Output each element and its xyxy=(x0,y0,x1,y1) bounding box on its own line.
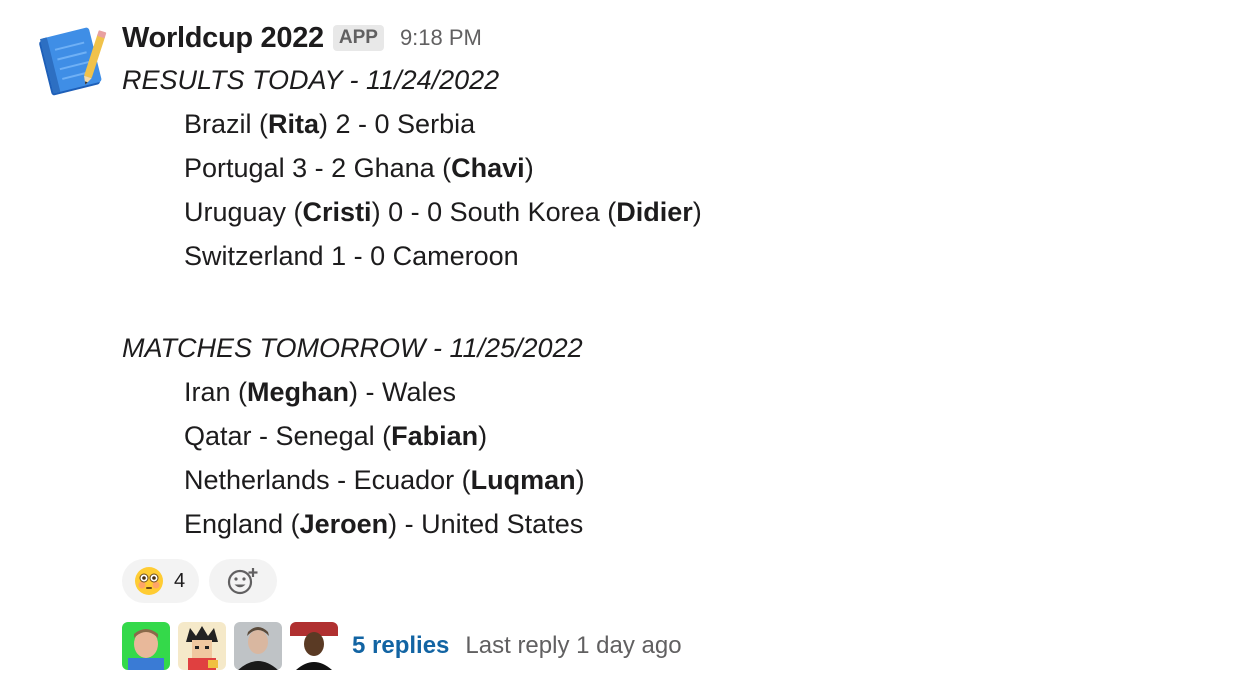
reactions-bar: 4 xyxy=(122,558,1220,604)
reaction-count: 4 xyxy=(174,569,186,592)
avatar[interactable] xyxy=(290,622,338,670)
match-line: Qatar - Senegal (Fabian) xyxy=(184,421,488,451)
sender-name[interactable]: Worldcup 2022 xyxy=(122,22,324,55)
message-header: Worldcup 2022 APP 9:18 PM xyxy=(122,18,1220,58)
avatar[interactable] xyxy=(234,622,282,670)
result-line: Brazil (Rita) 2 - 0 Serbia xyxy=(184,109,476,139)
message-content: Worldcup 2022 APP 9:18 PM RESULTS TODAY … xyxy=(122,18,1220,670)
result-line: Uruguay (Cristi) 0 - 0 South Korea (Didi… xyxy=(184,197,702,227)
last-reply-text: Last reply 1 day ago xyxy=(465,632,682,659)
replies-link[interactable]: 5 replies xyxy=(352,632,449,660)
tomorrow-heading: MATCHES TOMORROW - 11/25/2022 xyxy=(122,333,583,363)
match-line: Netherlands - Ecuador (Luqman) xyxy=(184,465,585,495)
avatar[interactable] xyxy=(122,622,170,670)
add-reaction-icon xyxy=(228,568,258,595)
reaction-flushed[interactable]: 4 xyxy=(122,559,200,603)
results-heading: RESULTS TODAY - 11/24/2022 xyxy=(122,65,500,95)
result-line: Switzerland 1 - 0 Cameroon xyxy=(184,241,519,271)
result-line: Portugal 3 - 2 Ghana (Chavi) xyxy=(184,153,534,183)
avatar[interactable] xyxy=(178,622,226,670)
flushed-face-icon xyxy=(135,567,163,595)
add-reaction-button[interactable] xyxy=(209,559,278,603)
timestamp[interactable]: 9:18 PM xyxy=(400,25,482,51)
match-line: England (Jeroen) - United States xyxy=(184,509,584,539)
notebook-icon[interactable] xyxy=(36,24,108,96)
thread-summary[interactable]: 5 replies Last reply 1 day ago xyxy=(122,622,1220,670)
match-line: Iran (Meghan) - Wales xyxy=(184,377,457,407)
message: Worldcup 2022 APP 9:18 PM RESULTS TODAY … xyxy=(0,0,1240,688)
app-badge: APP xyxy=(332,25,384,51)
